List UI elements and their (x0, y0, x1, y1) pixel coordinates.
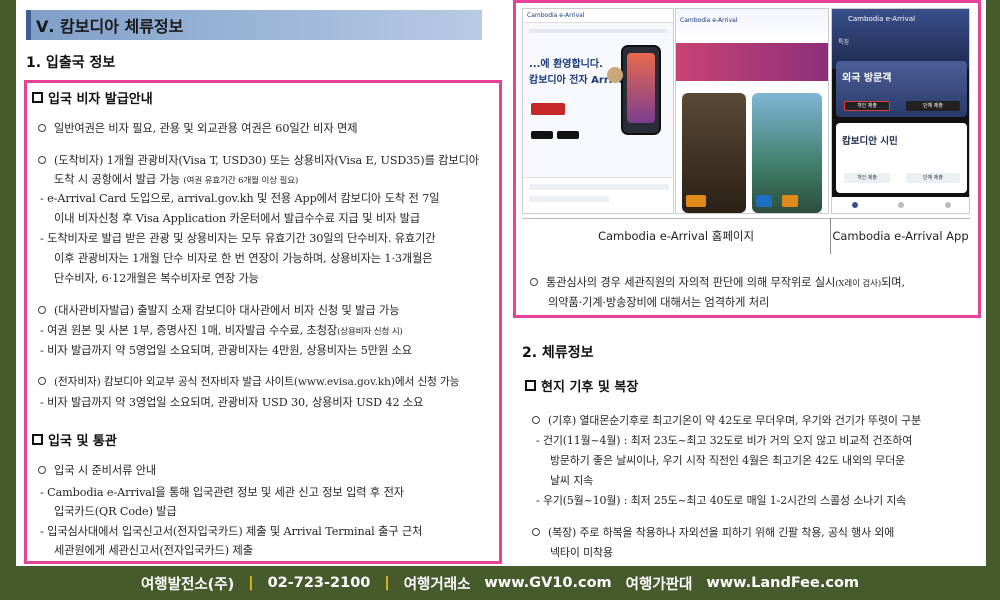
checkbox-square-icon (525, 380, 536, 391)
visa-line-8: 단수비자, 6·12개월은 복수비자로 연장 가능 (54, 272, 259, 285)
heading-entry-info: 1. 입출국 정보 (26, 55, 116, 71)
nav-info-icon[interactable] (898, 202, 905, 208)
citizen-card-title: 캄보디안 시민 (842, 136, 898, 147)
climate-heading-text: 현지 기후 및 복장 (541, 380, 639, 395)
visa-line-2: (도착비자) 1개월 관광비자(Visa T, USD30) 또는 상용비자(V… (38, 152, 479, 168)
circle-bullet-icon (532, 528, 540, 536)
e-arrival-landing-screenshot: Cambodia e-Arrival (675, 8, 829, 214)
visa-line-13: - 비자 발급까지 약 3영업일 소요되며, 관광비자 USD 30, 상용비자… (40, 396, 424, 409)
visa-line-10: - 여권 원본 및 사본 1부, 증명사진 1매, 비자발급 수수료, 초청장(… (40, 324, 403, 337)
footer-bar: 여행발전소(주) | 02-723-2100 | 여행거래소 www.GV10.… (0, 566, 1000, 600)
visitor-card: 외국 방문객 개인 제출 단체 제출 (836, 61, 967, 117)
circle-bullet-icon (38, 377, 46, 385)
footer-url-gv10[interactable]: www.GV10.com (484, 575, 611, 591)
customs-line-3: 입국카드(QR Code) 발급 (54, 505, 177, 518)
homepage-welcome: ...에 환영합니다. (529, 59, 603, 70)
caption-homepage: Cambodia e-Arrival 홈페이지 (522, 218, 830, 252)
homepage-brand: Cambodia e-Arrival (523, 9, 673, 23)
climate-line-7: 넥타이 미착용 (550, 546, 613, 559)
citizen-individual-button[interactable]: 개인 제출 (844, 173, 890, 183)
circle-bullet-icon (38, 306, 46, 314)
homepage-start-button[interactable] (531, 103, 565, 115)
checkbox-square-icon (32, 92, 43, 103)
footer-separator: | (384, 575, 390, 591)
customs-heading-text: 입국 및 통관 (48, 434, 117, 449)
nav-menu-icon[interactable] (944, 202, 951, 208)
landing-banner (676, 43, 828, 81)
e-arrival-app-screenshot: Cambodia e-Arrival 특징 외국 방문객 개인 제출 단체 제출… (831, 8, 970, 214)
section-title: Ⅴ. 캄보디아 체류정보 (36, 17, 184, 36)
heading-stay-info: 2. 체류정보 (522, 345, 594, 361)
customs-line-1: 입국 시 준비서류 안내 (38, 462, 156, 478)
visa-line-1: 일반여권은 비자 필요, 관용 및 외교관용 여권은 60일간 비자 면제 (38, 120, 358, 136)
visitor-group-button[interactable]: 단체 제출 (906, 101, 960, 111)
footer-company: 여행발전소(주) (140, 576, 235, 593)
visa-line-11: - 비자 발급까지 약 5영업일 소요되며, 관광비자는 4만원, 상용비자는 … (40, 344, 412, 357)
e-arrival-homepage-screenshot: Cambodia e-Arrival ...에 환영합니다. 캄보디아 전자 A… (522, 8, 674, 214)
climate-line-4: 날씨 지속 (550, 474, 594, 487)
app-bottom-nav (832, 197, 969, 213)
circle-bullet-icon (38, 466, 46, 474)
visitor-individual-button[interactable]: 개인 제출 (844, 101, 890, 111)
app-tab-label: 특징 (838, 39, 850, 46)
customs-line-2: - Cambodia e-Arrival을 통해 입국관련 정보 및 세관 신고… (40, 486, 404, 499)
visa-line-9: (대사관비자발급) 출발지 소재 캄보디아 대사관에서 비자 신청 및 발급 가… (38, 302, 400, 318)
customs-line-4: - 입국심사대에서 입국신고서(전자입국카드) 제출 및 Arrival Ter… (40, 525, 423, 538)
visa-line-4: - e-Arrival Card 도입으로, arrival.gov.kh 및 … (40, 192, 440, 205)
visa-heading-text: 입국 비자 발급안내 (48, 92, 153, 107)
visa-line-12: (전자비자) 캄보디아 외교부 공식 전자비자 발급 사이트(www.evisa… (38, 374, 459, 389)
citizen-group-button[interactable]: 단체 제출 (906, 173, 960, 183)
visa-line-5: 이내 비자신청 후 Visa Application 카운터에서 발급수수료 지… (54, 212, 421, 225)
footer-stand: 여행가판대 (625, 576, 693, 593)
footer-phone: 02-723-2100 (267, 575, 371, 591)
circle-bullet-icon (530, 278, 538, 286)
customs-note-line-1: 통관심사의 경우 세관직원의 자의적 판단에 의해 무작위로 실시(X레이 검사… (530, 274, 905, 290)
footer-separator: | (248, 575, 254, 591)
landing-brand: Cambodia e-Arrival (676, 9, 828, 43)
climate-line-3: 방문하기 좋은 날씨이나, 우기 시작 직전인 4월은 최고기온 42도 내외의… (550, 454, 906, 467)
climate-line-1: (기후) 열대몬순기후로 최고기온이 약 42도로 무더우며, 우기와 건기가 … (532, 412, 921, 428)
climate-line-6: (복장) 주로 하복을 착용하나 자외선을 피하기 위해 긴팔 착용, 공식 행… (532, 524, 894, 540)
section-title-bar: Ⅴ. 캄보디아 체류정보 (26, 10, 482, 40)
circle-bullet-icon (532, 416, 540, 424)
customs-note-line-2: 의약품·기계·방송장비에 대해서는 엄격하게 처리 (548, 296, 770, 309)
title-accent-stripe (26, 10, 31, 40)
angkor-card[interactable] (682, 93, 746, 213)
app-brand: Cambodia e-Arrival (848, 15, 916, 23)
climate-line-5: - 우기(5월~10월) : 최저 25도~최고 40도로 매일 1-2시간의 … (536, 494, 907, 507)
beach-card[interactable] (752, 93, 822, 213)
visa-heading: 입국 비자 발급안내 (32, 88, 153, 107)
visa-line-3: 도착 시 공항에서 발급 가능 (여권 유효기간 6개월 이상 필요) (54, 173, 299, 186)
climate-line-2: - 건기(11월~4월) : 최저 23도~최고 32도로 비가 거의 오지 않… (536, 434, 913, 447)
portrait-circle (607, 67, 623, 83)
app-store-badge[interactable] (557, 131, 579, 139)
phone-mockup (621, 45, 661, 135)
visitor-card-title: 외국 방문객 (842, 73, 892, 84)
customs-line-5: 세관원에게 세관신고서(전자입국카드) 제출 (54, 544, 253, 557)
google-play-badge[interactable] (531, 131, 553, 139)
nav-home-icon[interactable] (852, 202, 859, 208)
citizen-card: 캄보디안 시민 개인 제출 단체 제출 (836, 123, 967, 193)
e-arrival-screenshots: Cambodia e-Arrival ...에 환영합니다. 캄보디아 전자 A… (522, 4, 970, 254)
customs-heading: 입국 및 통관 (32, 430, 117, 449)
footer-exchange: 여행거래소 (403, 576, 471, 593)
circle-bullet-icon (38, 124, 46, 132)
checkbox-square-icon (32, 434, 43, 445)
visa-line-6: - 도착비자로 발급 받은 관광 및 상용비자는 모두 유효기간 30일의 단수… (40, 232, 436, 245)
footer-url-landfee[interactable]: www.LandFee.com (706, 575, 859, 591)
visa-line-7: 이후 관광비자는 1개월 단수 비자로 한 번 연장이 가능하며, 상용비자는 … (54, 252, 433, 265)
circle-bullet-icon (38, 156, 46, 164)
climate-heading: 현지 기후 및 복장 (525, 376, 638, 395)
caption-app: Cambodia e-Arrival App (831, 218, 970, 252)
